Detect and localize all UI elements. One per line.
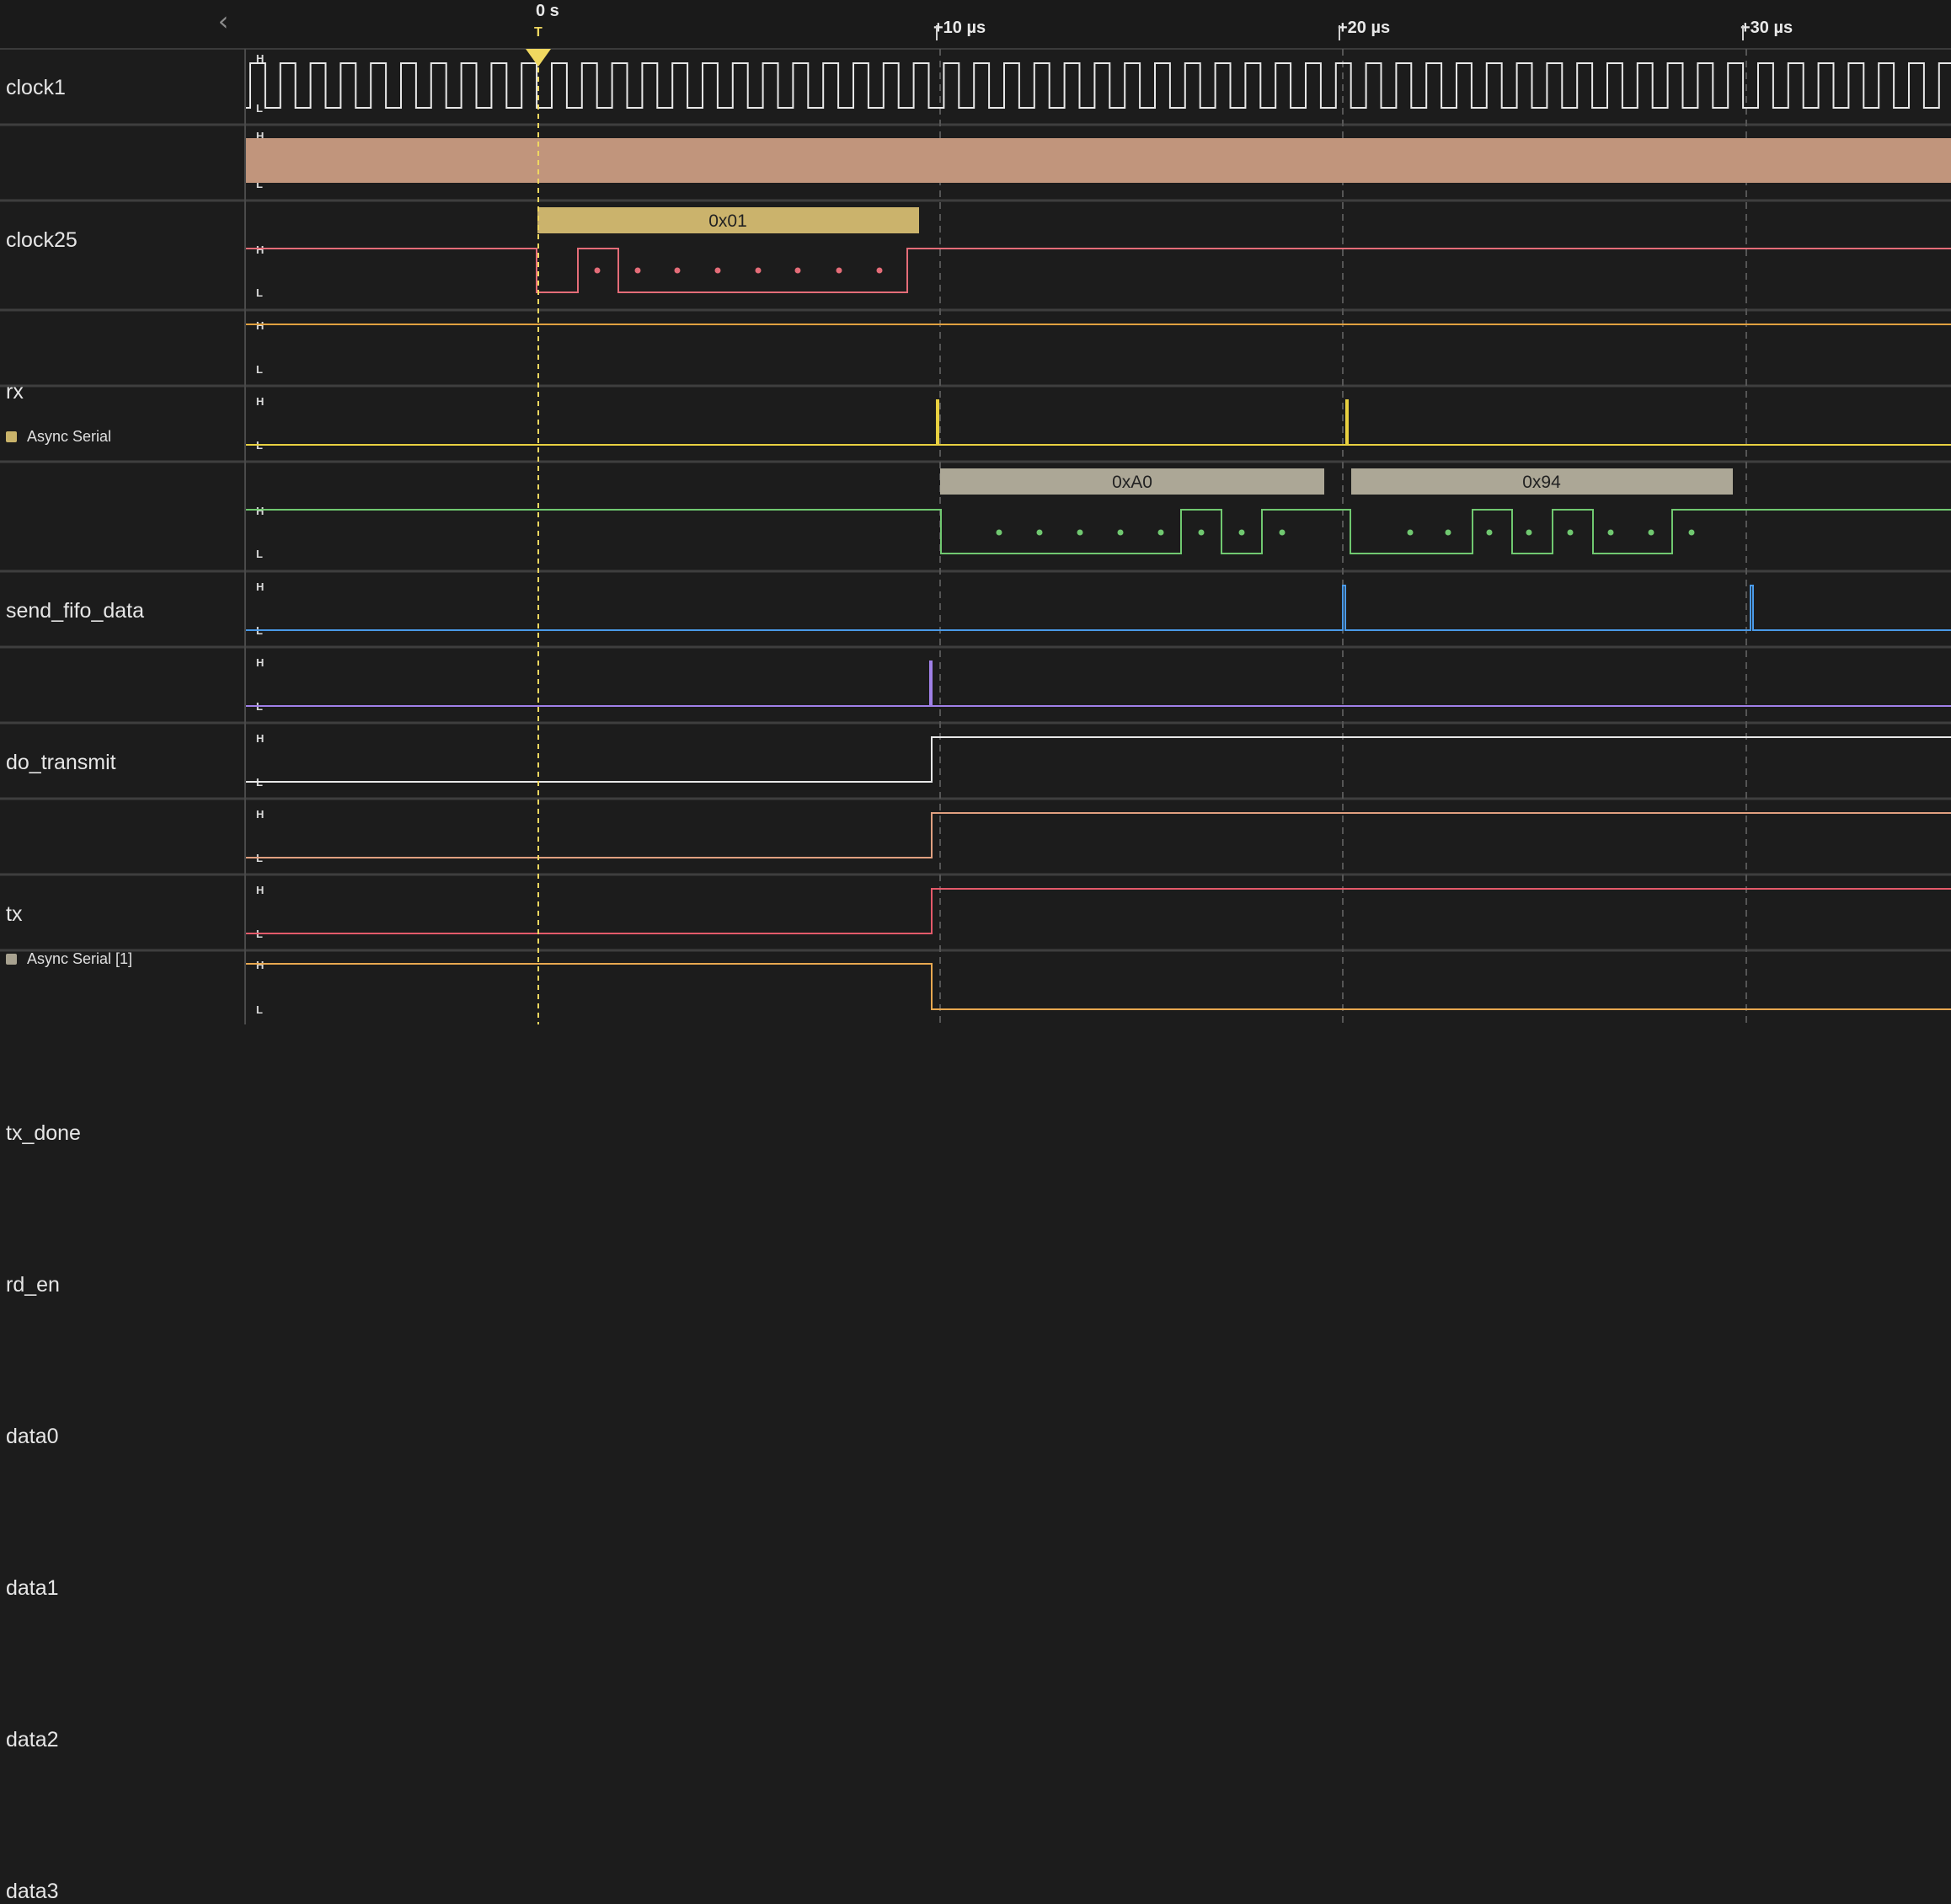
bit-sample-dot xyxy=(594,267,601,274)
low-marker: L xyxy=(256,363,263,376)
high-marker: H xyxy=(256,808,264,821)
bit-sample-dot xyxy=(1648,529,1654,536)
bit-sample-dot xyxy=(634,267,641,274)
bit-sample-dot xyxy=(1036,529,1043,536)
bit-sample-dot xyxy=(1157,529,1164,536)
bit-sample-dot xyxy=(1279,529,1286,536)
bit-sample-dot xyxy=(836,267,842,274)
signal-trace-data2 xyxy=(246,888,1951,934)
channel-row-rx[interactable]: rx Async Serial xyxy=(0,201,244,445)
channel-row-clock1[interactable]: clock1 xyxy=(0,49,244,125)
high-marker: H xyxy=(256,884,264,896)
high-marker: H xyxy=(256,319,264,332)
bit-sample-dot xyxy=(714,267,721,274)
bit-sample-dot xyxy=(794,267,801,274)
frame-value-tx-1: 0x94 xyxy=(1522,473,1561,492)
channel-row-tx_done[interactable]: tx_done xyxy=(0,571,244,1145)
bit-sample-dot xyxy=(996,529,1002,536)
frame-value-rx: 0x01 xyxy=(708,211,747,231)
channel-name[interactable]: clock1 xyxy=(6,76,66,100)
hl-markers: HLHLHLHLHLHLHLHLHLHLHLHL xyxy=(256,52,264,1016)
high-marker: H xyxy=(256,656,264,669)
channel-row-tx[interactable]: tx Async Serial [1] xyxy=(0,462,244,967)
low-marker: L xyxy=(256,286,263,299)
high-marker: H xyxy=(256,243,264,256)
low-marker: L xyxy=(256,102,263,115)
channel-label-column: clock1 clock25 rx Async Serial send_fifo… xyxy=(0,49,244,1903)
signal-trace-data0 xyxy=(246,736,1951,783)
signal-trace-rd_en xyxy=(246,661,1951,707)
channel-row-data0[interactable]: data0 xyxy=(0,723,244,1448)
channel-name[interactable]: rd_en xyxy=(6,1273,60,1297)
bit-sample-dot xyxy=(1077,529,1083,536)
channel-row-clock25[interactable]: clock25 xyxy=(0,125,244,252)
channel-name[interactable]: data3 xyxy=(6,1880,59,1904)
bit-sample-dot xyxy=(1526,529,1532,536)
channel-row-data2[interactable]: data2 xyxy=(0,874,244,1752)
high-marker: H xyxy=(256,580,264,593)
high-marker: H xyxy=(256,395,264,408)
channel-row-rd_en[interactable]: rd_en xyxy=(0,647,244,1297)
high-marker: H xyxy=(256,732,264,745)
channel-row-do_transmit[interactable]: do_transmit xyxy=(0,386,244,774)
signal-trace-data1 xyxy=(246,812,1951,858)
bit-sample-dot xyxy=(1607,529,1614,536)
bit-sample-dot xyxy=(1407,529,1414,536)
channel-row-data3[interactable]: data3 xyxy=(0,950,244,1903)
bit-sample-dot xyxy=(1567,529,1574,536)
bit-sample-dot xyxy=(1486,529,1493,536)
signal-trace-tx xyxy=(246,509,1951,554)
high-marker: H xyxy=(256,505,264,517)
signal-trace-data3 xyxy=(246,963,1951,1010)
bit-sample-dot xyxy=(1445,529,1451,536)
bit-sample-dot xyxy=(674,267,681,274)
high-marker: H xyxy=(256,959,264,971)
bit-sample-dot xyxy=(876,267,883,274)
waveform-area[interactable]: HLHLHLHLHLHLHLHLHLHLHLHL0x010xA0 0x94 xyxy=(0,0,1951,1024)
channel-row-send_fifo_data[interactable]: send_fifo_data xyxy=(0,310,244,623)
signal-trace-clock1 xyxy=(246,62,1951,109)
channel-name[interactable]: data0 xyxy=(6,1425,59,1449)
signal-trace-clock25 xyxy=(246,138,1951,183)
bit-sample-dot xyxy=(1117,529,1124,536)
bit-sample-dot xyxy=(1238,529,1245,536)
channel-name[interactable]: tx_done xyxy=(6,1121,81,1146)
frame-value-tx-0: 0xA0 xyxy=(1112,473,1152,492)
channel-name[interactable]: data2 xyxy=(6,1728,59,1752)
signal-trace-do_transmit xyxy=(246,399,1951,446)
signal-trace-tx_done xyxy=(246,585,1951,631)
low-marker: L xyxy=(256,1003,263,1016)
channel-name[interactable]: data1 xyxy=(6,1576,59,1601)
bit-sample-dot xyxy=(1198,529,1205,536)
bit-sample-dot xyxy=(755,267,762,274)
channel-row-data1[interactable]: data1 xyxy=(0,799,244,1600)
signal-trace-rx xyxy=(246,248,1951,293)
bit-sample-dot xyxy=(1688,529,1695,536)
low-marker: L xyxy=(256,548,263,560)
